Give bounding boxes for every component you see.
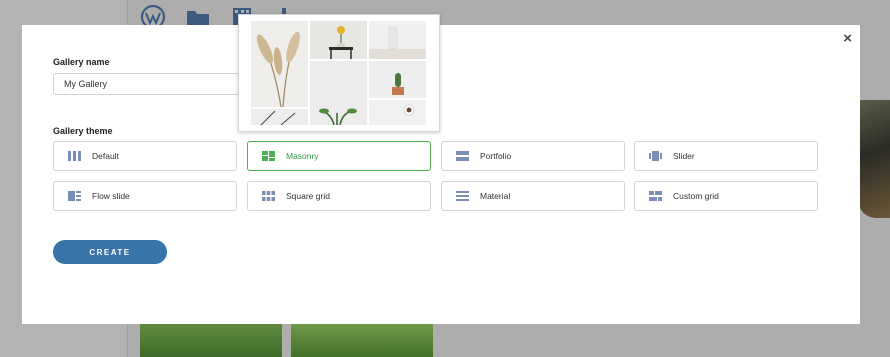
pampas-grass-image	[251, 21, 308, 107]
flower-stool-image	[310, 21, 367, 59]
slider-icon	[649, 151, 662, 161]
coffee-cup-image	[369, 100, 426, 125]
theme-option-flow-slide[interactable]: Flow slide	[53, 181, 237, 211]
theme-option-material[interactable]: Material	[441, 181, 625, 211]
material-icon	[456, 191, 469, 201]
cactus-pot-image	[369, 61, 426, 98]
columns-icon	[68, 151, 81, 161]
square-grid-icon	[262, 191, 275, 201]
background-grass-image	[291, 324, 433, 357]
theme-option-label: Default	[92, 151, 119, 161]
theme-option-portfolio[interactable]: Portfolio	[441, 141, 625, 171]
theme-option-label: Material	[480, 191, 511, 201]
plant-white-image	[310, 61, 367, 125]
white-room-image	[369, 21, 426, 59]
theme-option-square-grid[interactable]: Square grid	[247, 181, 431, 211]
theme-option-label: Square grid	[286, 191, 330, 201]
theme-option-slider[interactable]: Slider	[634, 141, 818, 171]
create-gallery-modal: × Gallery name Gallery theme Default Mas…	[22, 25, 860, 324]
theme-option-label: Slider	[673, 151, 695, 161]
theme-option-default[interactable]: Default	[53, 141, 237, 171]
close-icon[interactable]: ×	[843, 30, 852, 47]
theme-option-masonry[interactable]: Masonry	[247, 141, 431, 171]
gallery-name-label: Gallery name	[53, 57, 110, 67]
masonry-icon	[262, 151, 275, 161]
theme-option-label: Portfolio	[480, 151, 512, 161]
create-button[interactable]: CREATE	[53, 240, 167, 264]
custom-grid-icon	[649, 191, 662, 201]
theme-option-custom-grid[interactable]: Custom grid	[634, 181, 818, 211]
masonry-preview-popup	[238, 14, 440, 132]
background-dog-image	[858, 100, 890, 218]
theme-option-label: Masonry	[286, 151, 319, 161]
gallery-theme-label: Gallery theme	[53, 126, 113, 136]
flow-slide-icon	[68, 191, 81, 201]
desk-image	[251, 109, 308, 125]
theme-option-label: Custom grid	[673, 191, 719, 201]
background-grass-image	[140, 324, 282, 357]
theme-option-label: Flow slide	[92, 191, 130, 201]
portfolio-icon	[456, 151, 469, 161]
